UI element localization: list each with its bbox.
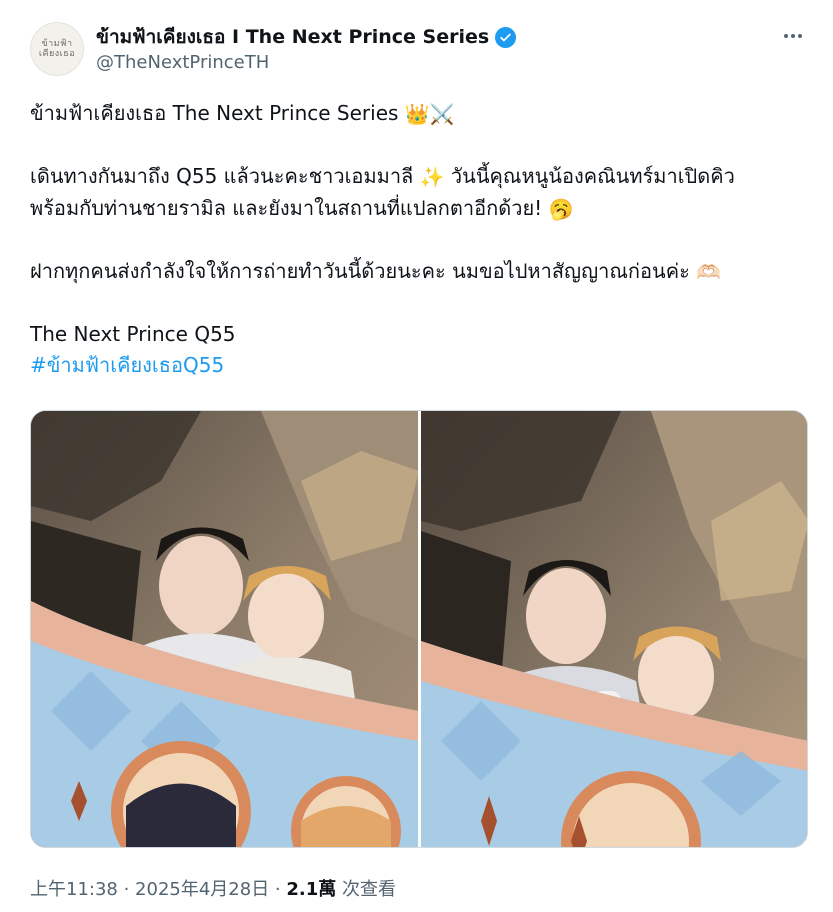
hashtag-link[interactable]: #ข้ามฟ้าเคียงเธอQ55	[30, 350, 810, 381]
display-name[interactable]: ข้ามฟ้าเคียงเธอ I The Next Prince Series	[96, 22, 517, 52]
tweet-line-text: ข้ามฟ้าเคียงเธอ The Next Prince Series	[30, 101, 405, 125]
yawning-face-emoji-icon: 🥱	[548, 197, 574, 221]
tweet-line: The Next Prince Q55	[30, 322, 236, 346]
tweet-line: พร้อมกับท่านชายรามิล และยังมาในสถานที่แป…	[30, 193, 810, 225]
views-label: 次查看	[336, 879, 396, 900]
heart-hands-emoji-icon: 🫶🏻	[696, 260, 722, 284]
sparkles-emoji-icon: ✨	[419, 165, 445, 189]
tweet-line-text: ฝากทุกคนส่งกำลังใจให้การถ่ายทำวันนี้ด้วย…	[30, 259, 697, 283]
tweet-line: เดินทางกันมาถึง Q55 แล้วนะคะชาวเอมมาลี ✨…	[30, 161, 810, 193]
tweet: ข้ามฟ้า เคียงเธอ ข้ามฟ้าเคียงเธอ I The N…	[0, 0, 833, 912]
tweet-line: ฝากทุกคนส่งกำลังใจให้การถ่ายทำวันนี้ด้วย…	[30, 256, 810, 288]
tweet-line-text: เดินทางกันมาถึง Q55 แล้วนะคะชาวเอมมาลี	[30, 164, 420, 188]
tweet-line: ข้ามฟ้าเคียงเธอ The Next Prince Series 👑…	[30, 98, 810, 130]
tweet-line-text: พร้อมกับท่านชายรามิล และยังมาในสถานที่แป…	[30, 196, 549, 220]
crown-swords-emoji-icon: 👑⚔️	[404, 102, 455, 126]
display-name-text[interactable]: ข้ามฟ้าเคียงเธอ I The Next Prince Series	[96, 22, 489, 52]
avatar[interactable]: ข้ามฟ้า เคียงเธอ	[30, 22, 84, 76]
photo-left[interactable]	[31, 411, 418, 847]
more-options-icon[interactable]	[779, 26, 807, 46]
views-count: 2.1萬	[286, 879, 337, 900]
photo-right[interactable]	[420, 411, 807, 847]
verified-badge-icon	[495, 26, 517, 48]
tweet-text: ข้ามฟ้าเคียงเธอ The Next Prince Series 👑…	[30, 98, 810, 381]
tweet-meta: 上午11:38 · 2025年4月28日 · 2.1萬 次查看	[30, 875, 396, 901]
timestamp-link[interactable]: 上午11:38 · 2025年4月28日 ·	[30, 879, 286, 900]
avatar-logo-line: ข้ามฟ้า	[41, 39, 73, 49]
media-grid	[30, 410, 808, 848]
tweet-line-text: วันนี้คุณหนูน้องคณินทร์มาเปิดคิว	[444, 164, 735, 188]
user-handle[interactable]: @TheNextPrinceTH	[96, 52, 269, 73]
avatar-logo-line: เคียงเธอ	[38, 49, 76, 59]
